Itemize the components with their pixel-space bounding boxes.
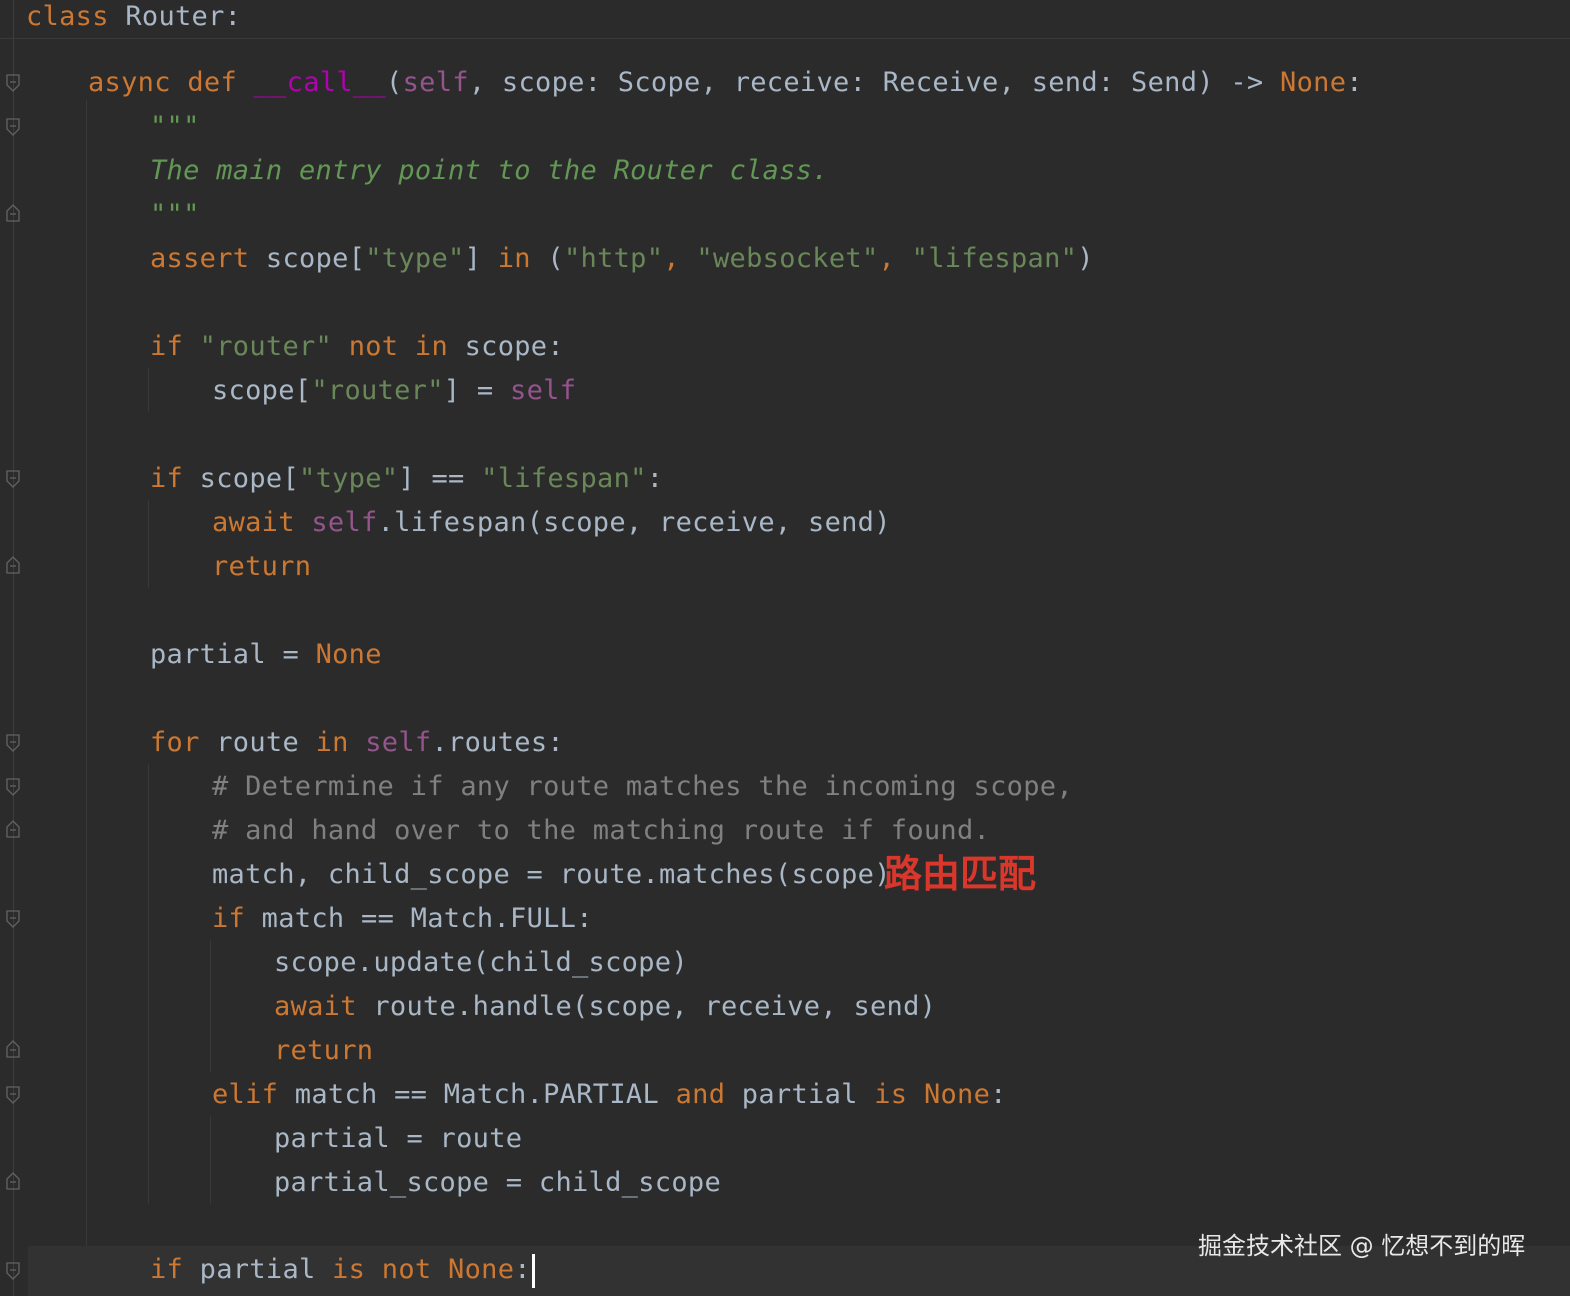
code-line-if-router[interactable]: if "router" not in scope: [150, 327, 564, 367]
code-line-if-full[interactable]: if match == Match.FULL: [212, 899, 593, 939]
code-line-docstring-open[interactable]: """ [150, 107, 200, 147]
code-line-class[interactable]: class Router: [26, 0, 241, 37]
watermark: 掘金技术社区 @ 忆想不到的晖 [1198, 1232, 1526, 1260]
code-line-return[interactable]: return [212, 547, 311, 587]
code-line-scope-update[interactable]: scope.update(child_scope) [274, 943, 688, 983]
code-line-return[interactable]: return [274, 1031, 373, 1071]
code-line-if-lifespan[interactable]: if scope["type"] == "lifespan": [150, 459, 663, 499]
code-editor[interactable]: class Router: async def __call__(self, s… [0, 0, 1570, 1296]
text-caret [531, 1253, 535, 1288]
code-line-partial-scope[interactable]: partial_scope = child_scope [274, 1163, 721, 1203]
code-line-await-handle[interactable]: await route.handle(scope, receive, send) [274, 987, 936, 1027]
code-line-assert[interactable]: assert scope["type"] in ("http", "websoc… [150, 239, 1094, 279]
code-line-await-lifespan[interactable]: await self.lifespan(scope, receive, send… [212, 503, 891, 543]
code-line-assign-router[interactable]: scope["router"] = self [212, 371, 576, 411]
code-line-comment[interactable]: # and hand over to the matching route if… [212, 811, 990, 851]
route-matching-annotation: 路由匹配 [884, 852, 1037, 896]
code-line-elif-partial[interactable]: elif match == Match.PARTIAL and partial … [212, 1075, 1007, 1115]
code-line-comment[interactable]: # Determine if any route matches the inc… [212, 767, 1073, 807]
code-line-for-route[interactable]: for route in self.routes: [150, 723, 564, 763]
code-line-if-partial[interactable]: if partial is not None: [150, 1250, 535, 1290]
code-line-partial-none[interactable]: partial = None [150, 635, 382, 675]
code-line-match[interactable]: match, child_scope = route.matches(scope… [212, 855, 891, 895]
code-line-def[interactable]: async def __call__(self, scope: Scope, r… [88, 63, 1363, 103]
code-line-partial-route[interactable]: partial = route [274, 1119, 522, 1159]
code-line-docstring-close[interactable]: """ [150, 195, 200, 235]
code-line-docstring[interactable]: The main entry point to the Router class… [150, 151, 829, 191]
